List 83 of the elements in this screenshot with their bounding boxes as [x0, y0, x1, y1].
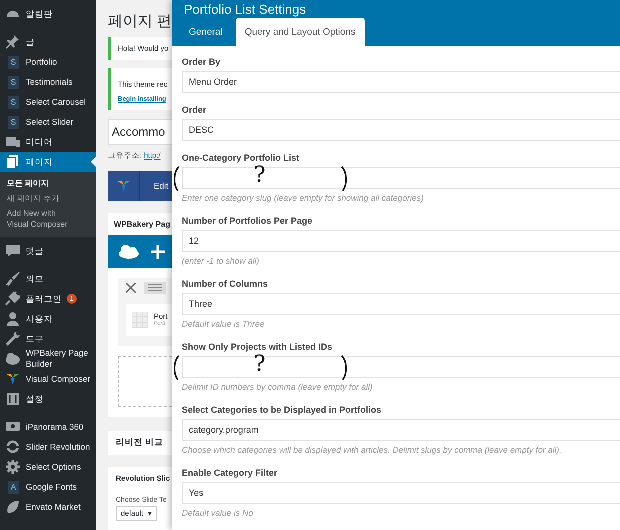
- wrench-icon: [5, 331, 21, 347]
- field-hint: Delimit ID numbers by comma (leave empty for all): [182, 382, 374, 393]
- menu-item[interactable]: 알림판: [0, 4, 96, 24]
- menu-item[interactable]: 글: [0, 32, 96, 52]
- menu-pointer: [91, 157, 96, 167]
- cloud-icon: [118, 244, 140, 260]
- expand-icon: [126, 283, 136, 293]
- pages-icon: [5, 154, 21, 170]
- field-hint: Default value is Three: [182, 319, 266, 330]
- menu-item[interactable]: WPBakery Page Builder: [0, 349, 96, 369]
- pin-icon: [5, 34, 21, 50]
- grid-icon: [132, 312, 148, 328]
- field-label: Enable Category Filter: [182, 467, 279, 479]
- field-label: Order By: [182, 56, 222, 68]
- plug-icon: [5, 291, 21, 307]
- handwritten-bracket-drawing: [173, 355, 181, 381]
- field-hint: Default value is No: [182, 508, 254, 519]
- menu-item[interactable]: 외모: [0, 269, 96, 289]
- colorful-logo-icon: [116, 178, 132, 194]
- input-field[interactable]: Three: [182, 293, 620, 315]
- input-field[interactable]: 12: [182, 230, 620, 252]
- submenu-item[interactable]: Add New with Visual Composer: [0, 206, 84, 232]
- menu-item[interactable]: S Portfolio: [0, 52, 96, 72]
- field-label: Order: [182, 104, 208, 116]
- menu-item[interactable]: 페이지: [0, 152, 96, 172]
- menu-item[interactable]: 설정: [0, 389, 96, 409]
- input-field[interactable]: DESC: [182, 119, 620, 141]
- layout-icon: [144, 282, 166, 294]
- tab[interactable]: General: [180, 18, 232, 46]
- revisions-panel[interactable]: 리비전 비교: [108, 431, 172, 455]
- letter-icon: S: [8, 56, 19, 68]
- field-hint: Choose which categories will be displayed with articles. Delimit slugs by comma (leave empty for all).: [182, 445, 563, 456]
- field-hint: Enter one category slug (leave empty for showing all categories): [182, 193, 425, 204]
- page-heading: 페이지 편: [108, 12, 172, 31]
- dialog-title: Portfolio List Settings: [172, 0, 620, 18]
- panel-title: WPBakery Pag: [113, 219, 172, 231]
- menu-item[interactable]: S Select Slider: [0, 112, 96, 132]
- tab[interactable]: Query and Layout Options: [236, 18, 365, 46]
- menu-item[interactable]: 도구: [0, 329, 96, 349]
- input-field[interactable]: category.program: [182, 419, 620, 441]
- gear-icon: [5, 459, 21, 475]
- menu-item[interactable]: Select Options: [0, 457, 96, 477]
- menu-item[interactable]: 미디어: [0, 132, 96, 152]
- caret-icon: [148, 512, 152, 516]
- field-hint: (enter -1 to show all): [182, 256, 260, 267]
- comment-icon: [5, 243, 21, 259]
- submenu-item[interactable]: 모든 페이지: [0, 176, 84, 191]
- handwritten-bracket-drawing: [340, 166, 348, 192]
- plus-icon: [150, 244, 166, 260]
- menu-item[interactable]: A Google Fonts: [0, 477, 96, 497]
- handwritten-question-mark: ?: [254, 352, 266, 378]
- menu-item[interactable]: iPanorama 360: [0, 417, 96, 437]
- cloud-icon: [5, 351, 21, 367]
- menu-item[interactable]: S Select Carousel: [0, 92, 96, 112]
- leaf-icon: [5, 499, 21, 515]
- letter-icon: S: [8, 76, 19, 88]
- menu-item[interactable]: Envato Market: [0, 497, 96, 517]
- input-field[interactable]: Menu Order: [182, 71, 620, 93]
- letter-icon: S: [8, 116, 19, 128]
- letter-icon: A: [8, 480, 19, 494]
- brush-icon: [5, 271, 21, 287]
- input-field[interactable]: [182, 167, 620, 189]
- handwritten-bracket-drawing: [340, 355, 348, 381]
- field-label: Number of Portfolios Per Page: [182, 215, 314, 227]
- letter-icon: S: [8, 96, 19, 108]
- handwritten-bracket-drawing: [173, 166, 181, 192]
- field-label: One-Category Portfolio List: [182, 152, 301, 164]
- input-field[interactable]: Yes: [182, 482, 620, 504]
- field-label: Show Only Projects with Listed IDs: [182, 341, 334, 353]
- menu-item[interactable]: 사용자: [0, 309, 96, 329]
- submenu-item[interactable]: 새 페이지 추가: [0, 191, 84, 206]
- menu-item[interactable]: 댓글: [0, 241, 96, 261]
- input-field[interactable]: [182, 356, 620, 378]
- edit-button[interactable]: Edit: [140, 171, 169, 201]
- menu-item[interactable]: S Testimonials: [0, 72, 96, 92]
- handwritten-question-mark: ?: [254, 163, 266, 189]
- field-label: Select Categories to be Displayed in Portfolios: [182, 404, 383, 416]
- field-label: Number of Columns: [182, 278, 270, 290]
- menu-item[interactable]: Visual Composer: [0, 369, 96, 389]
- title-field[interactable]: Accommo: [108, 119, 172, 145]
- colorful-logo-icon: [5, 371, 21, 387]
- user-icon: [5, 311, 21, 327]
- menu-item[interactable]: Slider Revolution: [0, 437, 96, 457]
